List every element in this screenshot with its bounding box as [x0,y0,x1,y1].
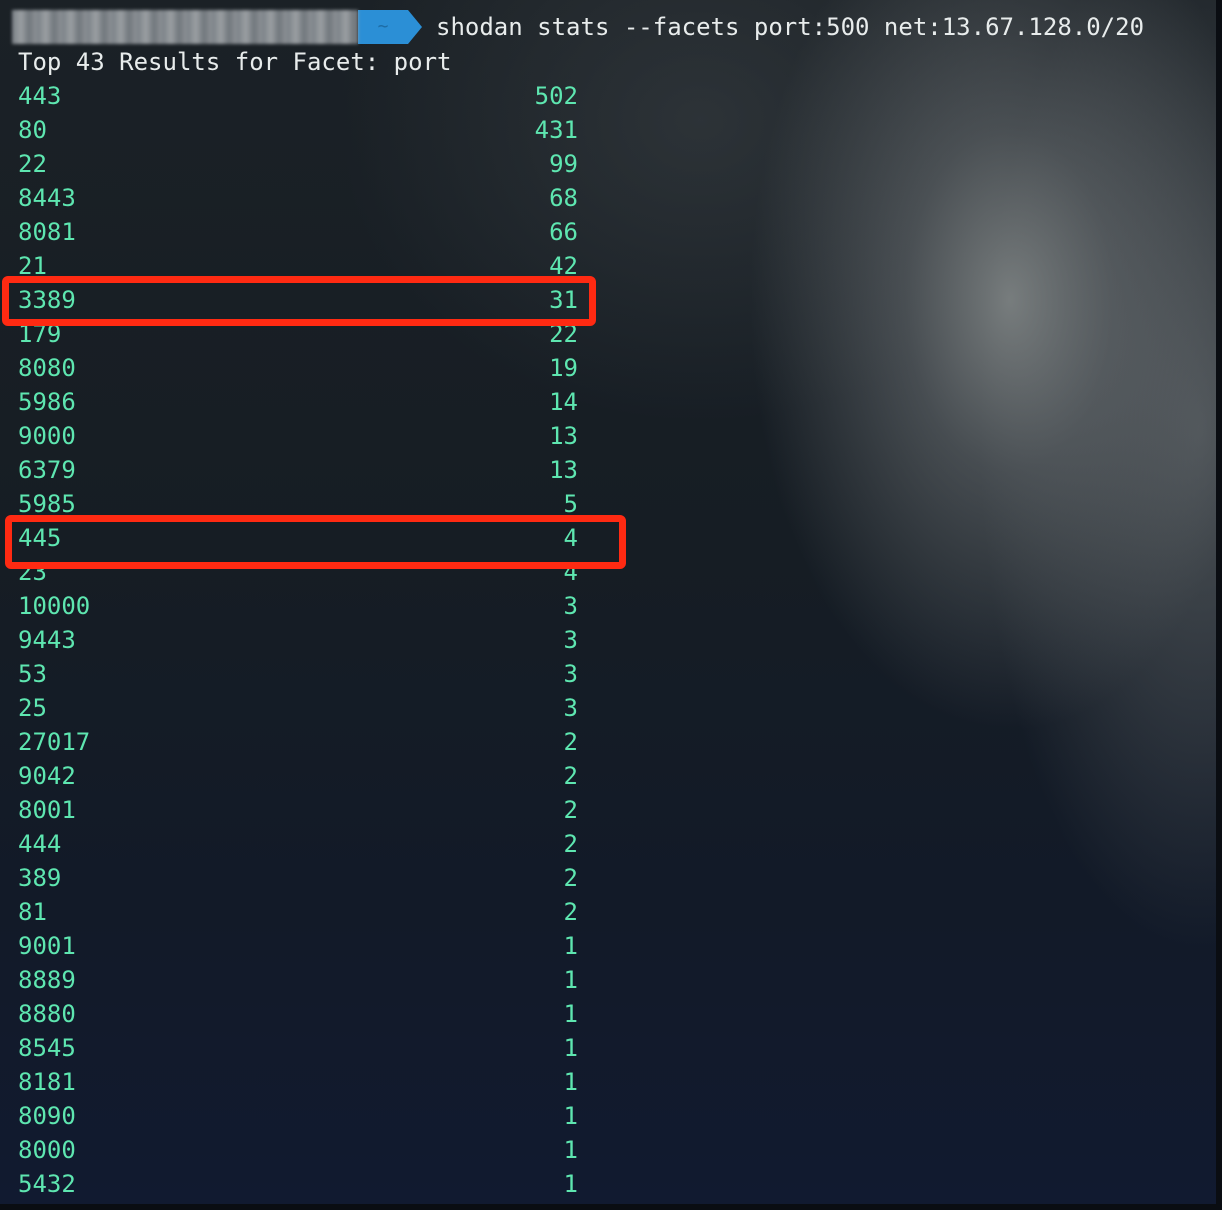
prompt-arrow-icon [408,10,422,44]
result-port: 8880 [18,1000,76,1028]
result-port: 444 [18,830,62,858]
result-row: 80 431 [18,113,578,147]
result-count: 3 [563,592,578,620]
highlight-box-port-445 [5,515,626,569]
result-row: 8000 1 [18,1133,578,1167]
result-port: 5432 [18,1170,76,1198]
result-port: 8081 [18,218,76,246]
result-port: 8001 [18,796,76,824]
results-list: 443 502 80 431 22 99 8443 68 8081 66 21 42 3389 31 179… [18,79,578,1201]
result-row: 8080 19 [18,351,578,385]
prompt-dir-segment: ~ [358,10,408,44]
result-count: 2 [563,728,578,756]
result-row: 25 3 [18,691,578,725]
result-port: 8181 [18,1068,76,1096]
result-count: 1 [563,1136,578,1164]
result-row: 9042 2 [18,759,578,793]
result-row: 8889 1 [18,963,578,997]
result-row: 389 2 [18,861,578,895]
result-count: 66 [549,218,578,246]
result-row: 8443 68 [18,181,578,215]
result-port: 9001 [18,932,76,960]
result-port: 8443 [18,184,76,212]
result-port: 8545 [18,1034,76,1062]
result-count: 14 [549,388,578,416]
result-count: 431 [534,116,578,144]
result-row: 8880 1 [18,997,578,1031]
result-port: 389 [18,864,62,892]
result-row: 9000 13 [18,419,578,453]
result-count: 1 [563,1170,578,1198]
result-count: 2 [563,796,578,824]
result-row: 6379 13 [18,453,578,487]
result-count: 19 [549,354,578,382]
result-row: 8001 2 [18,793,578,827]
result-row: 8181 1 [18,1065,578,1099]
result-port: 9042 [18,762,76,790]
result-row: 5432 1 [18,1167,578,1201]
result-row: 444 2 [18,827,578,861]
result-row: 8545 1 [18,1031,578,1065]
result-count: 2 [563,898,578,926]
result-count: 3 [563,660,578,688]
result-port: 5986 [18,388,76,416]
result-port: 6379 [18,456,76,484]
facet-title: Top 43 Results for Facet: port [18,48,452,76]
result-port: 8889 [18,966,76,994]
result-count: 502 [534,82,578,110]
result-count: 1 [563,1068,578,1096]
result-row: 8081 66 [18,215,578,249]
prompt-line: ~ shodan stats --facets port:500 net:13.… [12,10,1144,44]
result-count: 99 [549,150,578,178]
result-count: 3 [563,694,578,722]
result-port: 9000 [18,422,76,450]
result-count: 2 [563,864,578,892]
result-port: 80 [18,116,47,144]
result-count: 2 [563,762,578,790]
result-row: 8090 1 [18,1099,578,1133]
result-port: 25 [18,694,47,722]
result-count: 13 [549,456,578,484]
result-port: 8080 [18,354,76,382]
result-port: 8090 [18,1102,76,1130]
result-port: 443 [18,82,62,110]
result-port: 8000 [18,1136,76,1164]
result-row: 443 502 [18,79,578,113]
result-row: 9443 3 [18,623,578,657]
result-row: 9001 1 [18,929,578,963]
result-row: 81 2 [18,895,578,929]
result-count: 1 [563,1000,578,1028]
highlight-box-port-3389 [2,276,596,326]
result-count: 3 [563,626,578,654]
result-port: 22 [18,150,47,178]
result-row: 22 99 [18,147,578,181]
command-text: shodan stats --facets port:500 net:13.67… [436,13,1145,41]
result-count: 1 [563,1034,578,1062]
result-count: 1 [563,932,578,960]
result-row: 10000 3 [18,589,578,623]
result-port: 81 [18,898,47,926]
result-row: 5986 14 [18,385,578,419]
result-port: 9443 [18,626,76,654]
result-count: 1 [563,966,578,994]
result-port: 10000 [18,592,91,620]
result-row: 53 3 [18,657,578,691]
result-count: 13 [549,422,578,450]
prompt-user-segment-redacted [12,10,358,44]
terminal-window[interactable]: ~ shodan stats --facets port:500 net:13.… [0,0,1222,1210]
result-count: 1 [563,1102,578,1130]
result-count: 2 [563,830,578,858]
result-row: 27017 2 [18,725,578,759]
result-port: 27017 [18,728,91,756]
result-count: 68 [549,184,578,212]
result-port: 53 [18,660,47,688]
